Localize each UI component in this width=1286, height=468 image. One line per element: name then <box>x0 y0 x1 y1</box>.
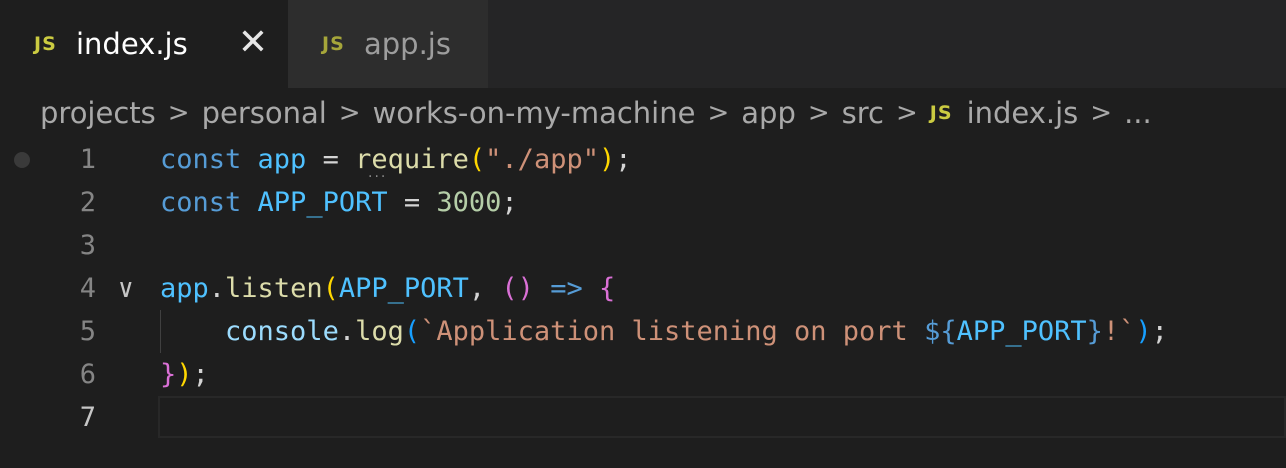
breadcrumb-item-works-on-my-machine[interactable]: works-on-my-machine <box>373 96 696 130</box>
code-token: ) <box>176 359 193 390</box>
tab-bar: JS index.js ✕ JS app.js <box>0 0 1286 88</box>
code-text: const app = require("./app"); <box>160 138 632 181</box>
code-line[interactable]: 7 <box>0 396 1286 439</box>
code-text: app.listen(APP_PORT, () => { <box>160 267 615 310</box>
code-token: app <box>257 144 307 175</box>
line-number: 4 <box>79 273 96 304</box>
code-line[interactable]: 1 const app = require("./app"); <box>0 138 1286 181</box>
chevron-right-icon: > <box>338 98 361 128</box>
javascript-file-icon: JS <box>34 33 57 55</box>
chevron-right-icon: > <box>167 98 190 128</box>
breadcrumb-item-projects[interactable]: projects <box>40 96 156 130</box>
tab-label: app.js <box>364 27 451 61</box>
breadcrumb: projects > personal > works-on-my-machin… <box>40 88 1152 138</box>
code-text: console.log(`Application listening on po… <box>160 310 1168 353</box>
chevron-right-icon: > <box>896 98 918 128</box>
breadcrumb-item-file[interactable]: index.js <box>967 96 1079 130</box>
javascript-file-icon: JS <box>322 33 345 55</box>
code-token: "./app" <box>485 144 599 175</box>
code-line[interactable]: 2 const APP_PORT = 3000; <box>0 181 1286 224</box>
line-number: 7 <box>79 402 96 433</box>
code-token: ( <box>403 316 421 347</box>
chevron-right-icon: > <box>807 98 830 128</box>
code-token: APP_PORT <box>257 187 388 218</box>
code-token: !` <box>1102 316 1136 347</box>
breadcrumb-item-app[interactable]: app <box>741 96 796 130</box>
breadcrumb-more[interactable]: ... <box>1124 96 1152 130</box>
code-editor[interactable]: ... 1 const app = require("./app"); 2 const… <box>0 138 1286 468</box>
code-token: listen <box>225 273 323 304</box>
code-token: } <box>1086 316 1103 347</box>
code-token: ( <box>468 144 486 175</box>
code-token: () <box>501 273 534 304</box>
code-token: = <box>306 144 356 175</box>
code-token: require <box>355 144 469 175</box>
breadcrumb-item-src[interactable]: src <box>842 96 884 130</box>
code-token: APP_PORT <box>956 316 1087 347</box>
code-token: . <box>338 316 356 347</box>
code-token: = <box>387 187 437 218</box>
breadcrumb-item-personal[interactable]: personal <box>202 96 327 130</box>
code-line[interactable]: 3 <box>0 224 1286 267</box>
tab-app-js[interactable]: JS app.js <box>288 0 488 88</box>
code-token: ; <box>192 359 209 390</box>
code-token: log <box>355 316 404 347</box>
line-number: 5 <box>79 316 96 347</box>
code-token: ) <box>598 144 616 175</box>
code-token: ; <box>615 144 632 175</box>
code-token: ${ <box>924 316 957 347</box>
code-token: APP_PORT <box>338 273 469 304</box>
code-token: . <box>208 273 226 304</box>
fold-chevron-icon[interactable]: ∨ <box>118 271 134 307</box>
javascript-file-icon: JS <box>929 102 953 124</box>
code-token: { <box>598 273 616 304</box>
code-text: const APP_PORT = 3000; <box>160 181 518 224</box>
code-token: const <box>160 187 242 218</box>
chevron-right-icon: > <box>1090 98 1113 128</box>
tab-label: index.js <box>76 27 188 61</box>
code-line[interactable]: 4 ∨ app.listen(APP_PORT, () => { <box>0 267 1286 310</box>
tab-index-js[interactable]: JS index.js ✕ <box>0 0 288 88</box>
close-icon[interactable]: ✕ <box>236 25 270 61</box>
code-line[interactable]: 6}); <box>0 353 1286 396</box>
code-token: 3000 <box>436 187 502 218</box>
code-token: , <box>468 273 502 304</box>
line-number: 6 <box>79 359 96 390</box>
code-token: ; <box>501 187 518 218</box>
code-token: app <box>160 273 209 304</box>
line-number: 2 <box>79 187 96 218</box>
code-token: ; <box>1151 316 1168 347</box>
line-number: 1 <box>79 144 96 175</box>
code-token: => <box>550 273 583 304</box>
code-token: ) <box>1135 316 1152 347</box>
line-number: 3 <box>79 230 96 261</box>
code-line[interactable]: 5 console.log(`Application listening on … <box>0 310 1286 353</box>
code-token: `Application listening on port <box>420 316 925 347</box>
code-text: }); <box>160 353 209 396</box>
code-token: } <box>160 359 177 390</box>
code-token: console <box>225 316 339 347</box>
code-token: ( <box>322 273 339 304</box>
code-token: const <box>160 144 242 175</box>
chevron-right-icon: > <box>707 98 730 128</box>
